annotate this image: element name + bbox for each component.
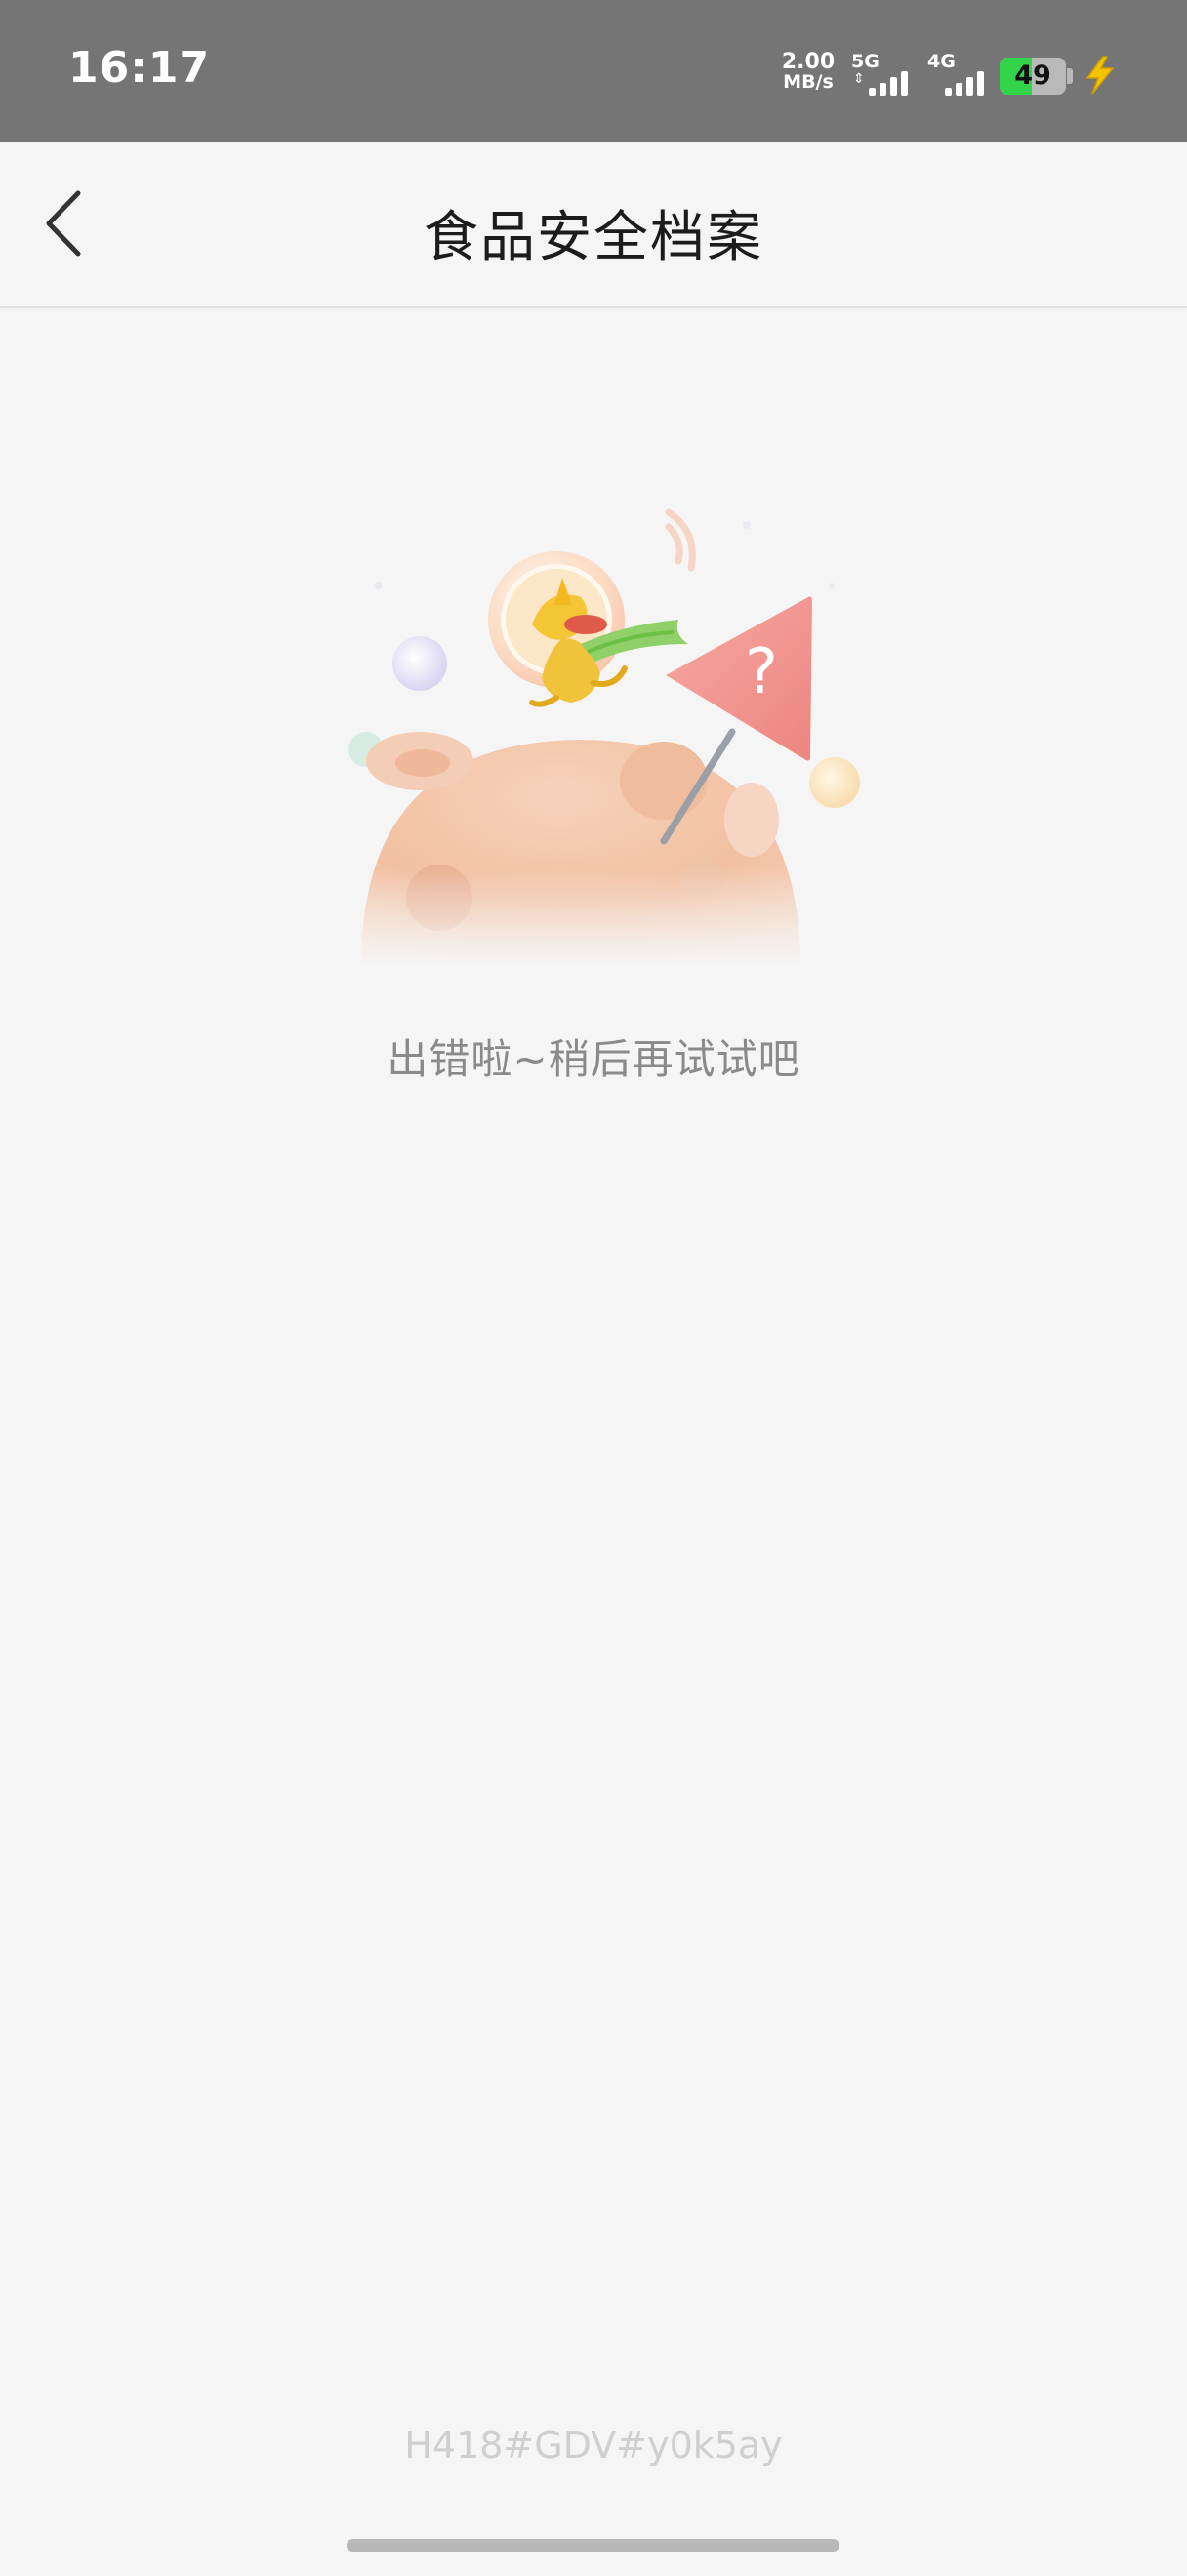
question-mark-icon: ?	[745, 636, 778, 708]
yellow-orb	[809, 757, 860, 808]
network-speed: 2.00 MB/s	[779, 50, 838, 93]
battery-level: 49	[1014, 60, 1051, 91]
app-header: 食品安全档案	[0, 142, 1187, 308]
trace-code: H418#GDV#y0k5ay	[404, 2424, 783, 2467]
charging-bolt-icon	[1085, 56, 1115, 95]
error-planet-illustration: ?	[332, 508, 879, 966]
wifi-waves-icon	[665, 508, 696, 572]
battery-icon: 49	[1000, 58, 1066, 95]
battery-cap	[1067, 68, 1073, 84]
error-message: 出错啦~稍后再试试吧	[387, 1035, 800, 1083]
signal-bars	[945, 68, 996, 96]
page-title: 食品安全档案	[424, 206, 763, 269]
flag-icon	[666, 596, 812, 761]
home-indicator[interactable]	[347, 2539, 839, 2552]
signal-5g-icon: 5G ⇕	[851, 51, 920, 96]
data-arrows-icon: ⇕	[853, 71, 865, 87]
signal-4g-icon: 4G	[927, 51, 996, 96]
status-bar: 16:17 2.00 MB/s 5G ⇕ 4G 49	[0, 0, 1187, 142]
purple-orb	[392, 636, 447, 691]
network-speed-value: 2.00	[781, 50, 836, 74]
signal-bars	[869, 68, 920, 96]
network-speed-unit: MB/s	[783, 71, 834, 93]
status-time: 16:17	[68, 43, 211, 93]
